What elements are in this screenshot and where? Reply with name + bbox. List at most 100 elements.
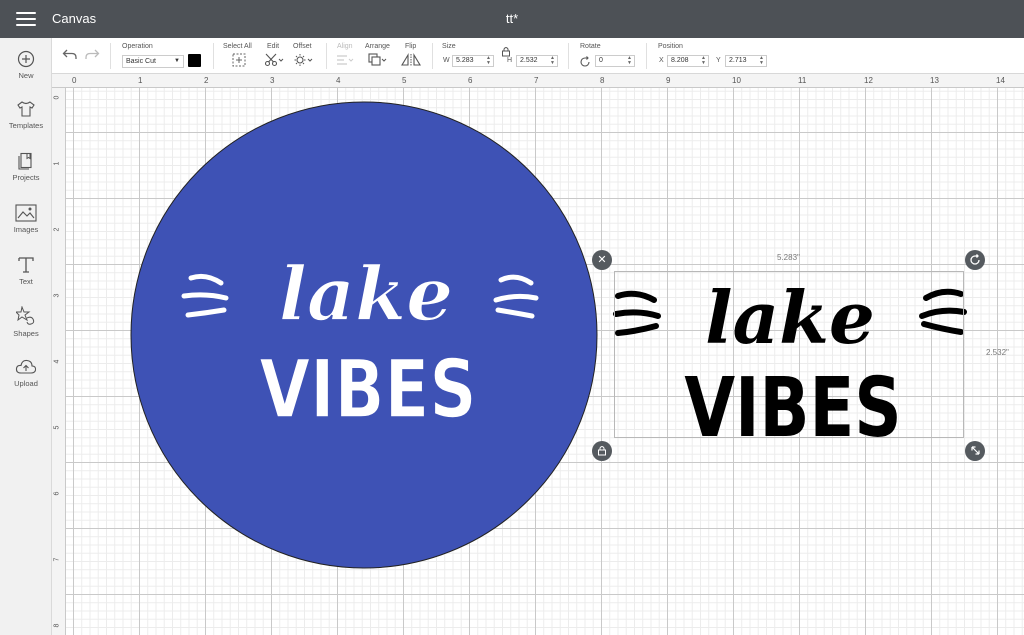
image-icon xyxy=(15,204,37,222)
ruler-mark: 1 xyxy=(53,161,61,166)
align-label: Align xyxy=(337,43,353,50)
size-width-value: 5.283 xyxy=(456,57,474,64)
document-title[interactable]: tt* xyxy=(0,11,1024,26)
vertical-ruler: 0 1 2 3 4 5 6 7 8 xyxy=(52,88,66,635)
operation-label: Operation xyxy=(122,43,153,50)
position-y-input[interactable]: 2.713 ▲ ▼ xyxy=(725,55,767,67)
ruler-mark: 2 xyxy=(204,76,209,85)
sidebar-item-images[interactable]: Images xyxy=(0,204,52,252)
select-all-label: Select All xyxy=(223,43,252,50)
offset-label: Offset xyxy=(293,43,312,50)
selection-height-label: 2.532" xyxy=(986,348,1009,357)
shapes-icon xyxy=(16,306,35,325)
position-label: Position xyxy=(658,43,683,50)
design-word-lake: lake xyxy=(279,252,453,338)
ruler-mark: 0 xyxy=(53,95,61,100)
ruler-mark: 9 xyxy=(666,76,671,85)
ruler-mark: 7 xyxy=(534,76,539,85)
ruler-mark: 0 xyxy=(72,76,77,85)
rotate-icon xyxy=(970,254,980,265)
redo-icon xyxy=(85,49,100,59)
sidebar-item-new[interactable]: New xyxy=(0,50,52,98)
horizontal-ruler: 0 1 2 3 4 5 6 7 8 9 10 11 12 13 14 xyxy=(52,74,1024,88)
delete-handle[interactable]: ✕ xyxy=(592,250,612,270)
lock-handle[interactable] xyxy=(592,441,612,461)
select-all-icon xyxy=(232,53,246,67)
sidebar-label: Templates xyxy=(8,121,44,130)
ruler-mark: 8 xyxy=(600,76,605,85)
undo-button[interactable] xyxy=(62,47,78,63)
size-label: Size xyxy=(442,43,456,50)
spinner-icon[interactable]: ▲ ▼ xyxy=(486,56,491,66)
sidebar-item-text[interactable]: Text xyxy=(0,256,52,304)
ruler-mark: 6 xyxy=(468,76,473,85)
rotate-icon-wrap xyxy=(579,55,591,73)
plus-circle-icon xyxy=(17,50,35,68)
projects-icon xyxy=(18,152,32,170)
align-button[interactable] xyxy=(336,53,356,69)
ruler-mark: 6 xyxy=(53,491,61,496)
offset-icon xyxy=(294,54,313,66)
rotate-input[interactable]: 0 ▲ ▼ xyxy=(595,55,635,67)
title-bar: Canvas tt* xyxy=(0,0,1024,38)
arrange-button[interactable] xyxy=(368,53,388,69)
edit-button[interactable] xyxy=(264,53,284,69)
operation-color-swatch[interactable] xyxy=(188,54,201,67)
close-icon: ✕ xyxy=(597,254,607,266)
ruler-mark: 5 xyxy=(53,425,61,430)
flip-button[interactable] xyxy=(401,53,423,69)
rotate-value: 0 xyxy=(599,57,603,64)
size-w-key: W xyxy=(443,57,450,64)
arrange-icon xyxy=(368,53,387,66)
offset-button[interactable] xyxy=(294,53,314,69)
blue-circle-design[interactable]: lake VIBES xyxy=(130,101,598,569)
pos-y-key: Y xyxy=(716,57,721,64)
ruler-mark: 10 xyxy=(732,76,741,85)
spinner-icon[interactable]: ▲ ▼ xyxy=(627,56,632,66)
ruler-mark: 14 xyxy=(996,76,1005,85)
redo-button[interactable] xyxy=(84,47,100,63)
ruler-mark: 4 xyxy=(336,76,341,85)
size-h-key: H xyxy=(507,57,513,64)
operation-value: Basic Cut xyxy=(126,58,156,65)
ruler-mark: 12 xyxy=(864,76,873,85)
ruler-mark: 8 xyxy=(53,623,61,628)
selection-bounding-box[interactable] xyxy=(614,271,964,438)
sidebar-item-templates[interactable]: Templates xyxy=(0,100,52,148)
ruler-mark: 7 xyxy=(53,557,61,562)
design-canvas[interactable]: lake VIBES lake VIBES 5.283" 2.532" ✕ xyxy=(66,88,1024,635)
sidebar-item-projects[interactable]: Projects xyxy=(0,152,52,200)
sidebar-item-shapes[interactable]: Shapes xyxy=(0,306,52,354)
rotate-icon xyxy=(580,56,590,67)
lock-icon xyxy=(502,47,510,57)
select-all-button[interactable] xyxy=(232,53,246,69)
resize-icon xyxy=(970,446,980,455)
shirt-icon xyxy=(17,101,35,117)
flip-icon xyxy=(401,53,421,66)
operation-select[interactable]: Basic Cut ▼ xyxy=(122,55,184,68)
ruler-mark: 1 xyxy=(138,76,143,85)
resize-handle[interactable] xyxy=(965,441,985,461)
sidebar-label: Shapes xyxy=(13,329,39,338)
sidebar-label: New xyxy=(18,71,34,80)
ruler-mark: 4 xyxy=(53,359,61,364)
design-word-vibes: VIBES xyxy=(259,344,476,437)
pos-x-key: X xyxy=(659,57,664,64)
rotate-handle[interactable] xyxy=(965,250,985,270)
ruler-mark: 13 xyxy=(930,76,939,85)
arrange-label: Arrange xyxy=(365,43,390,50)
size-width-input[interactable]: 5.283 ▲ ▼ xyxy=(452,55,494,67)
spinner-icon[interactable]: ▲ ▼ xyxy=(759,56,764,66)
undo-icon xyxy=(62,49,77,59)
spinner-icon[interactable]: ▲ ▼ xyxy=(701,56,706,66)
size-height-input[interactable]: 2.532 ▲ ▼ xyxy=(516,55,558,67)
upload-icon xyxy=(15,359,37,374)
spinner-icon[interactable]: ▲ ▼ xyxy=(550,56,555,66)
align-icon xyxy=(337,55,354,65)
ruler-mark: 2 xyxy=(53,227,61,232)
ruler-mark: 3 xyxy=(270,76,275,85)
flip-label: Flip xyxy=(405,43,417,50)
ruler-mark: 5 xyxy=(402,76,407,85)
position-x-input[interactable]: 8.208 ▲ ▼ xyxy=(667,55,709,67)
sidebar-item-upload[interactable]: Upload xyxy=(0,358,52,406)
